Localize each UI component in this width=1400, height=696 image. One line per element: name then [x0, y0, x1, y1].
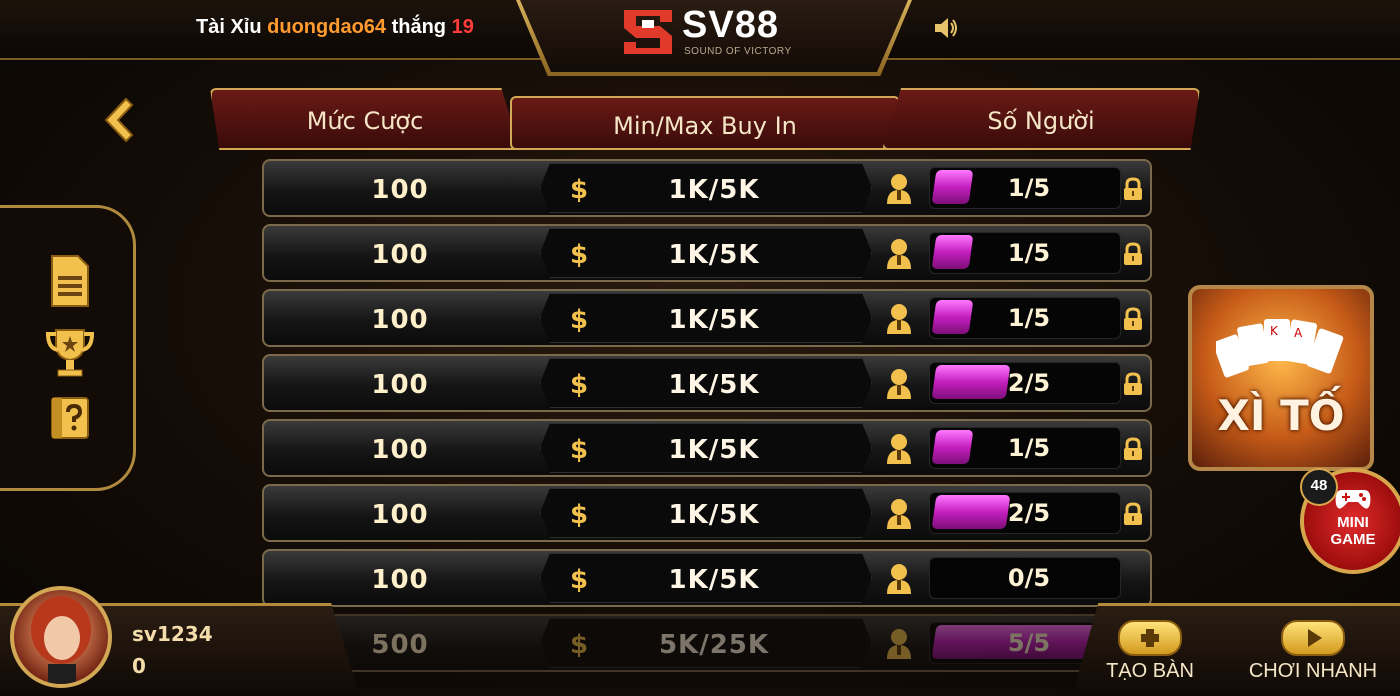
- header-players-label: Số Người: [987, 107, 1095, 135]
- logo-mark-icon: [624, 10, 672, 54]
- dollar-icon: $: [570, 565, 589, 595]
- balance: 0: [132, 654, 146, 678]
- dollar-icon: $: [570, 630, 589, 660]
- create-table-button[interactable]: TẠO BÀN: [1100, 620, 1200, 683]
- help-icon[interactable]: [44, 392, 96, 446]
- header-buyin: Min/Max Buy In: [510, 96, 900, 150]
- room-players: 1/5: [1007, 239, 1051, 267]
- speaker-icon[interactable]: [933, 16, 959, 40]
- person-icon: [887, 629, 911, 659]
- dollar-icon: $: [570, 370, 589, 400]
- create-table-label: TẠO BÀN: [1106, 660, 1194, 682]
- back-arrow-icon[interactable]: [98, 95, 138, 145]
- playing-cards-icon: K A: [1216, 319, 1344, 378]
- lock-icon: [1124, 437, 1142, 460]
- sv88-logo: SV88 SOUND OF VICTORY: [620, 4, 800, 60]
- room-bet: 100: [371, 240, 429, 270]
- room-bet: 100: [371, 305, 429, 335]
- gamepad-icon: [1335, 490, 1371, 509]
- room-row[interactable]: 100 $1K/5K 1/5: [262, 289, 1152, 347]
- person-icon: [887, 174, 911, 204]
- username: sv1234: [132, 622, 213, 646]
- logo-brand: SV88: [682, 4, 779, 46]
- game-banner[interactable]: K A XÌ TỐ: [1188, 285, 1374, 471]
- room-bet: 100: [371, 565, 429, 595]
- lock-icon: [1124, 177, 1142, 200]
- document-icon[interactable]: [44, 254, 96, 308]
- room-buyin: 1K/5K: [668, 240, 760, 270]
- plus-icon: [1118, 620, 1182, 656]
- room-buyin: 1K/5K: [668, 435, 760, 465]
- avatar-portrait-icon: [31, 596, 91, 684]
- room-players: 1/5: [1007, 434, 1051, 462]
- lock-icon: [1124, 502, 1142, 525]
- room-row[interactable]: 100 $1K/5K 1/5: [262, 419, 1152, 477]
- dollar-icon: $: [570, 175, 589, 205]
- room-buyin: 1K/5K: [668, 500, 760, 530]
- mini-game-line2: GAME: [1330, 531, 1376, 548]
- header-bet-label: Mức Cược: [306, 107, 424, 135]
- avatar[interactable]: [10, 586, 112, 688]
- dollar-icon: $: [570, 500, 589, 530]
- room-row[interactable]: 100 $1K/5K 1/5: [262, 159, 1152, 217]
- room-players: 1/5: [1007, 304, 1051, 332]
- room-row[interactable]: 500 $5K/25K 5/5: [262, 614, 1152, 672]
- room-row[interactable]: 100 $1K/5K 2/5: [262, 354, 1152, 412]
- person-icon: [887, 434, 911, 464]
- room-row[interactable]: 100 $1K/5K 1/5: [262, 224, 1152, 282]
- mini-game-badge: 48: [1300, 468, 1338, 506]
- room-players: 2/5: [1007, 499, 1051, 527]
- trophy-icon[interactable]: [44, 326, 96, 380]
- room-players: 2/5: [1007, 369, 1051, 397]
- room-row[interactable]: 100 $1K/5K 2/5: [262, 484, 1152, 542]
- mini-game-line1: MINI: [1337, 514, 1369, 531]
- room-buyin: 5K/25K: [658, 630, 770, 660]
- lock-icon: [1124, 242, 1142, 265]
- dollar-icon: $: [570, 435, 589, 465]
- header-bet: Mức Cược: [210, 88, 520, 150]
- person-icon: [887, 564, 911, 594]
- person-icon: [887, 369, 911, 399]
- room-buyin: 1K/5K: [668, 305, 760, 335]
- room-bet: 100: [371, 500, 429, 530]
- marquee-user: duongdao64: [267, 16, 387, 38]
- winner-marquee: Tài Xỉu duongdao64 thắng 19: [196, 16, 474, 39]
- room-buyin: 1K/5K: [668, 565, 760, 595]
- room-buyin: 1K/5K: [668, 175, 760, 205]
- quick-play-button[interactable]: CHƠI NHANH: [1238, 620, 1388, 683]
- play-icon: [1281, 620, 1345, 656]
- lock-icon: [1124, 307, 1142, 330]
- header-players: Số Người: [882, 88, 1200, 150]
- dollar-icon: $: [570, 240, 589, 270]
- marquee-amount: 19: [451, 16, 474, 38]
- marquee-verb: thắng: [391, 16, 447, 38]
- person-icon: [887, 239, 911, 269]
- room-players: 1/5: [1007, 174, 1051, 202]
- room-row[interactable]: 100 $1K/5K 0/5: [262, 549, 1152, 607]
- mini-game-label: MINI GAME: [1304, 514, 1400, 548]
- svg-text:K: K: [1270, 324, 1279, 338]
- svg-text:A: A: [1294, 326, 1303, 340]
- marquee-game: Tài Xỉu: [196, 16, 262, 38]
- dollar-icon: $: [570, 305, 589, 335]
- room-bet: 100: [371, 435, 429, 465]
- header-buyin-label: Min/Max Buy In: [613, 112, 797, 140]
- room-bet: 100: [371, 370, 429, 400]
- person-icon: [887, 304, 911, 334]
- room-buyin: 1K/5K: [668, 370, 760, 400]
- person-icon: [887, 499, 911, 529]
- room-players: 0/5: [1007, 564, 1051, 592]
- room-bet: 100: [371, 175, 429, 205]
- logo-tagline: SOUND OF VICTORY: [684, 46, 792, 57]
- quick-play-label: CHƠI NHANH: [1248, 660, 1378, 682]
- lock-icon: [1124, 372, 1142, 395]
- game-title: XÌ TỐ: [1217, 391, 1345, 440]
- room-players: 5/5: [1007, 629, 1051, 657]
